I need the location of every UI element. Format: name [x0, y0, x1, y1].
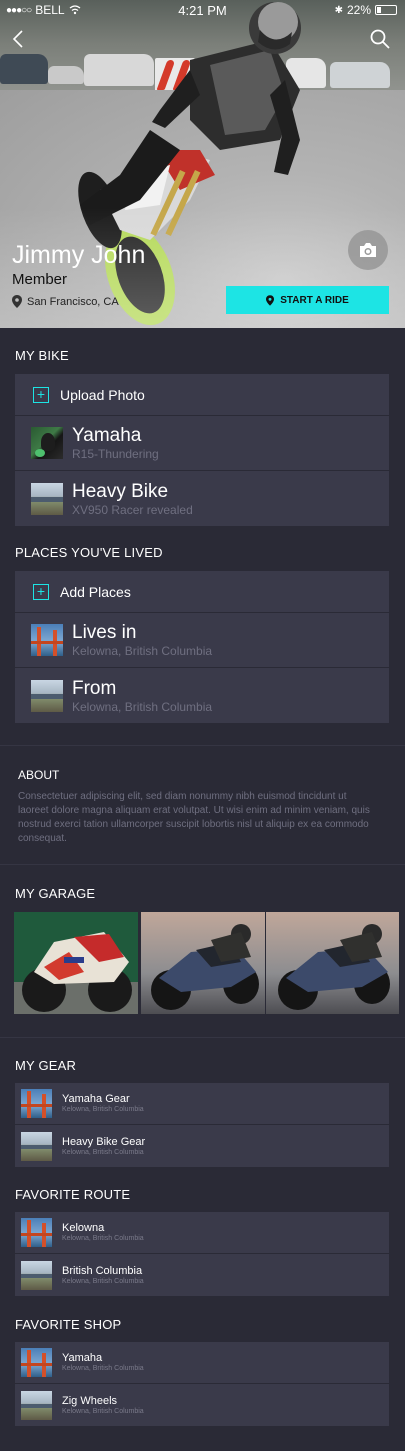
item-title: Kelowna: [62, 1222, 105, 1234]
section-title-route: FAVORITE ROUTE: [15, 1187, 131, 1202]
list-item-lives-in[interactable]: Lives in Kelowna, British Columbia: [15, 613, 389, 668]
status-bar: ●●●○○ BELL 4:21 PM ✱ 22%: [0, 0, 405, 20]
plus-icon: +: [33, 386, 49, 403]
bike-thumbnail: [31, 427, 63, 459]
item-title: From: [72, 677, 117, 699]
item-subtitle: Kelowna, British Columbia: [62, 1235, 144, 1242]
item-subtitle: R15-Thundering: [72, 447, 159, 461]
item-subtitle: Kelowna, British Columbia: [72, 644, 213, 658]
list-item-from[interactable]: From Kelowna, British Columbia: [15, 668, 389, 723]
section-title-places: PLACES YOU'VE LIVED: [15, 545, 163, 560]
list-item-route[interactable]: Kelowna Kelowna, British Columbia: [15, 1212, 389, 1254]
add-places-label: Add Places: [60, 583, 131, 600]
item-subtitle: Kelowna, British Columbia: [62, 1407, 144, 1415]
search-icon: [370, 29, 390, 49]
list-item-bike-heavy[interactable]: Heavy Bike XV950 Racer revealed: [15, 471, 389, 526]
location-pin-icon: [12, 295, 22, 308]
item-title: Lives in: [72, 622, 137, 643]
my-bike-card: + Upload Photo Yamaha R15-Thundering Hea…: [15, 374, 389, 526]
divider: [0, 745, 405, 746]
camera-button[interactable]: [348, 230, 388, 270]
upload-photo-row[interactable]: + Upload Photo: [15, 374, 389, 416]
item-subtitle: Kelowna, British Columbia: [72, 699, 213, 714]
garage-photo-1[interactable]: [14, 912, 138, 1014]
profile-name: Jimmy John: [12, 241, 146, 269]
section-title-garage: MY GARAGE: [15, 886, 96, 901]
bluetooth-icon: ✱: [334, 4, 343, 16]
location-pin-icon: [266, 294, 275, 306]
bridge-thumbnail: [21, 1218, 52, 1247]
garage-photo-3[interactable]: [266, 912, 399, 1014]
section-title-my-bike: MY BIKE: [15, 348, 69, 363]
list-item-shop[interactable]: Yamaha Kelowna, British Columbia: [15, 1342, 389, 1384]
section-title-shop: FAVORITE SHOP: [15, 1317, 122, 1332]
start-ride-label: START A RIDE: [280, 294, 349, 306]
landscape-thumbnail: [21, 1131, 52, 1161]
upload-photo-label: Upload Photo: [60, 386, 145, 403]
shop-card: Yamaha Kelowna, British Columbia Zig Whe…: [15, 1342, 389, 1426]
item-title: British Columbia: [62, 1264, 143, 1277]
landscape-thumbnail: [31, 482, 63, 515]
landscape-thumbnail: [21, 1390, 52, 1420]
back-button[interactable]: [8, 28, 30, 50]
bridge-thumbnail: [21, 1089, 52, 1118]
profile-location: San Francisco, CA: [12, 295, 119, 308]
item-subtitle: Kelowna, British Columbia: [62, 1277, 144, 1285]
landscape-thumbnail: [31, 679, 63, 712]
item-title: Heavy Bike: [72, 480, 169, 502]
list-item-bike-yamaha[interactable]: Yamaha R15-Thundering: [15, 416, 389, 471]
location-text: San Francisco, CA: [27, 295, 119, 308]
places-card: + Add Places Lives in Kelowna, British C…: [15, 571, 389, 723]
gear-card: Yamaha Gear Kelowna, British Columbia He…: [15, 1083, 389, 1167]
list-item-route[interactable]: British Columbia Kelowna, British Columb…: [15, 1254, 389, 1296]
plus-icon: +: [33, 583, 49, 600]
item-title: Zig Wheels: [62, 1394, 118, 1407]
item-title: Yamaha: [72, 425, 142, 446]
garage-photo-2[interactable]: [141, 912, 265, 1014]
route-card: Kelowna Kelowna, British Columbia Britis…: [15, 1212, 389, 1296]
search-button[interactable]: [369, 28, 391, 50]
divider: [0, 1037, 405, 1038]
item-title: Yamaha: [62, 1352, 103, 1364]
start-ride-button[interactable]: START A RIDE: [226, 286, 389, 314]
section-title-about: ABOUT: [18, 768, 60, 782]
camera-icon: [360, 243, 376, 257]
list-item-gear[interactable]: Yamaha Gear Kelowna, British Columbia: [15, 1083, 389, 1125]
item-subtitle: Kelowna, British Columbia: [62, 1365, 144, 1372]
item-title: Heavy Bike Gear: [62, 1135, 146, 1148]
list-item-shop[interactable]: Zig Wheels Kelowna, British Columbia: [15, 1384, 389, 1426]
bridge-thumbnail: [31, 624, 63, 656]
bridge-thumbnail: [21, 1348, 52, 1377]
item-subtitle: Kelowna, British Columbia: [62, 1106, 144, 1113]
item-subtitle: Kelowna, British Columbia: [62, 1148, 144, 1156]
section-title-gear: MY GEAR: [15, 1058, 77, 1073]
list-item-gear[interactable]: Heavy Bike Gear Kelowna, British Columbi…: [15, 1125, 389, 1167]
profile-role: Member: [12, 271, 68, 288]
battery-icon: [375, 5, 397, 15]
about-text: Consectetuer adipiscing elit, sed diam n…: [18, 791, 370, 844]
landscape-thumbnail: [21, 1260, 52, 1290]
battery-percent: 22%: [346, 3, 371, 17]
chevron-left-icon: [12, 30, 23, 48]
profile-hero: ●●●○○ BELL 4:21 PM ✱ 22% Jimmy John Memb…: [0, 0, 405, 328]
add-places-row[interactable]: + Add Places: [15, 571, 389, 613]
item-title: Yamaha Gear: [62, 1093, 130, 1105]
divider: [0, 864, 405, 865]
item-subtitle: XV950 Racer revealed: [72, 502, 193, 517]
